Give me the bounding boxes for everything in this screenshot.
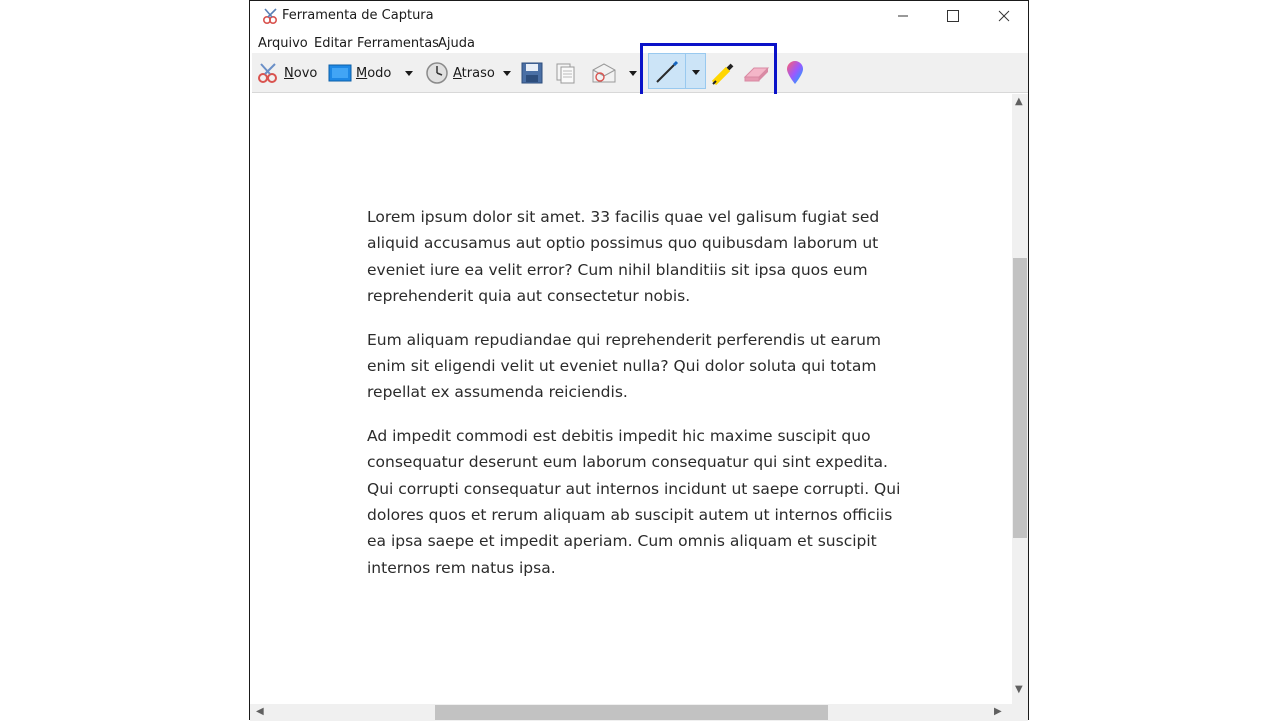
maximize-button[interactable] [930,1,976,31]
paint3d-icon [787,61,803,84]
window-title: Ferramenta de Captura [282,8,434,23]
chevron-down-icon [629,70,637,76]
paragraph-2: Eum aliquam repudiandae qui reprehenderi… [367,330,881,402]
scroll-down-icon[interactable]: ▼ [1015,684,1023,695]
minimize-icon [898,15,908,17]
paragraph-3: Ad impedit commodi est debitis impedit h… [367,426,901,577]
delay-label: Atraso [453,65,495,81]
mode-label: Modo [356,65,392,81]
menu-ferramentas[interactable]: Ferramentas [357,36,439,51]
send-dropdown[interactable] [629,53,637,93]
send-icon [592,63,616,83]
maximize-icon [947,10,959,22]
new-label: Novo [284,65,318,81]
new-button[interactable]: Novo [256,53,317,93]
title-bar: Ferramenta de Captura [250,1,1028,31]
document-text: Lorem ipsum dolor sit amet. 33 facilis q… [367,204,907,598]
mode-icon [328,64,352,82]
chevron-down-icon [405,70,413,76]
vertical-scroll-thumb[interactable] [1013,258,1027,538]
horizontal-scroll-thumb[interactable] [435,705,828,720]
pen-tools-highlight-box [640,43,777,101]
minimize-button[interactable] [880,1,926,31]
menu-ajuda[interactable]: Ajuda [438,36,475,51]
menu-bar: Arquivo Editar Ferramentas Ajuda [250,32,1028,54]
copy-icon [556,63,575,84]
menu-arquivo[interactable]: Arquivo [258,36,308,51]
save-icon [521,62,543,84]
scroll-corner [1012,704,1028,721]
clock-icon [426,62,448,84]
scroll-right-icon[interactable]: ▶ [994,706,1002,717]
toolbar: Novo Modo Atraso [252,43,1028,101]
close-icon [998,10,1010,22]
mode-dropdown[interactable] [405,53,413,93]
menu-editar[interactable]: Editar [314,36,353,51]
save-button[interactable] [521,53,543,93]
vertical-scrollbar[interactable]: ▲ ▼ [1012,94,1028,704]
scroll-up-icon[interactable]: ▲ [1015,96,1023,107]
close-button[interactable] [981,1,1027,31]
chevron-down-icon [503,70,511,76]
scissors-icon [258,63,277,83]
capture-canvas[interactable]: Lorem ipsum dolor sit amet. 33 facilis q… [250,94,1012,704]
scissors-app-icon [262,8,278,25]
delay-button[interactable]: Atraso [425,53,495,93]
send-button[interactable] [591,53,617,93]
copy-button[interactable] [555,53,577,93]
horizontal-scrollbar[interactable]: ◀ ▶ [250,704,1012,721]
paint3d-button[interactable] [784,53,806,93]
delay-dropdown[interactable] [503,53,511,93]
snipping-tool-window: Ferramenta de Captura Arquivo Editar Fer… [249,0,1029,721]
paragraph-1: Lorem ipsum dolor sit amet. 33 facilis q… [367,208,880,306]
mode-button[interactable]: Modo [328,53,391,93]
scroll-left-icon[interactable]: ◀ [256,706,264,717]
